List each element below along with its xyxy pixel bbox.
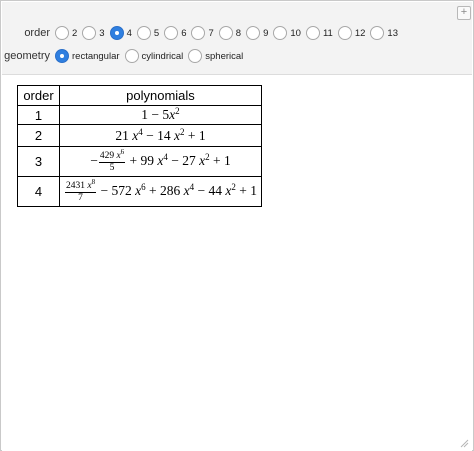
order-option-2[interactable]: 2 (55, 26, 77, 40)
radio-icon[interactable] (246, 26, 261, 40)
order-option-7[interactable]: 7 (191, 26, 214, 40)
plus-icon[interactable]: + (457, 6, 471, 20)
polynomial-expression: 2431 x8 7 − 572 x6 + 286 x4 − 44 x2 + 1 (65, 177, 257, 203)
radio-icon[interactable] (82, 26, 97, 40)
output-display: order polynomials 1 1 − 5x2 2 21 x4 − 14… (2, 74, 472, 451)
radio-icon[interactable] (164, 26, 179, 40)
polynomial-cell: 21 x4 − 14 x2 + 1 (59, 124, 262, 147)
polynomial-cell: 2431 x8 7 − 572 x6 + 286 x4 − 44 x2 + 1 (59, 176, 262, 207)
row-order: 1 (17, 105, 60, 125)
geometry-label: geometry (4, 50, 50, 62)
order-option-13[interactable]: 13 (370, 26, 398, 40)
polynomial-expression: 1 − 5x2 (141, 106, 180, 123)
order-option-12[interactable]: 12 (337, 26, 365, 40)
order-control: order 2 3 4 5 6 7 8 9 10 11 12 13 (2, 26, 403, 40)
order-option-4[interactable]: 4 (109, 26, 132, 40)
geometry-option-rectangular[interactable]: rectangular (55, 49, 120, 63)
radio-selected-icon[interactable] (109, 26, 124, 40)
polynomial-cell: 1 − 5x2 (59, 105, 262, 125)
table-row: 3 −429 x6 5 + 99 x4 − 27 x2 + 1 (17, 146, 262, 177)
order-option-8[interactable]: 8 (218, 26, 241, 40)
order-option-6[interactable]: 6 (164, 26, 186, 40)
order-label: order (24, 27, 50, 39)
order-option-11[interactable]: 11 (305, 26, 333, 40)
row-order: 4 (17, 176, 60, 207)
table-row: 1 1 − 5x2 (17, 105, 262, 125)
controls-area: + order 2 3 4 5 6 7 8 9 10 11 12 13 geom… (2, 2, 472, 74)
radio-icon[interactable] (218, 26, 233, 40)
radio-icon[interactable] (55, 26, 69, 40)
geometry-option-cylindrical[interactable]: cylindrical (124, 49, 183, 63)
order-option-9[interactable]: 9 (246, 26, 268, 40)
table-header-row: order polynomials (17, 85, 262, 106)
radio-icon[interactable] (136, 26, 151, 40)
polynomials-table: order polynomials 1 1 − 5x2 2 21 x4 − 14… (17, 85, 262, 207)
radio-icon[interactable] (370, 26, 385, 40)
polynomial-cell: −429 x6 5 + 99 x4 − 27 x2 + 1 (59, 146, 262, 177)
radio-selected-icon[interactable] (55, 49, 69, 63)
radio-icon[interactable] (305, 26, 320, 40)
table-row: 2 21 x4 − 14 x2 + 1 (17, 124, 262, 147)
header-polynomials: polynomials (59, 85, 262, 106)
radio-icon[interactable] (188, 49, 203, 63)
radio-icon[interactable] (273, 26, 288, 40)
fraction: 429 x6 5 (98, 147, 126, 173)
table-row: 4 2431 x8 7 − 572 x6 + 286 x4 − 44 x2 + 1 (17, 176, 262, 207)
row-order: 3 (17, 146, 60, 177)
demonstration-panel: + order 2 3 4 5 6 7 8 9 10 11 12 13 geom… (0, 0, 474, 451)
geometry-control: geometry rectangular cylindrical spheric… (2, 49, 248, 63)
row-order: 2 (17, 124, 60, 147)
radio-icon[interactable] (124, 49, 139, 63)
geometry-option-spherical[interactable]: spherical (188, 49, 243, 63)
polynomial-expression: −429 x6 5 + 99 x4 − 27 x2 + 1 (90, 147, 231, 173)
resize-handle-icon[interactable] (459, 438, 469, 448)
header-order: order (17, 85, 60, 106)
radio-icon[interactable] (191, 26, 206, 40)
fraction: 2431 x8 7 (65, 177, 97, 203)
polynomial-expression: 21 x4 − 14 x2 + 1 (115, 126, 206, 143)
order-option-3[interactable]: 3 (82, 26, 105, 40)
order-option-10[interactable]: 10 (273, 26, 301, 40)
order-option-5[interactable]: 5 (136, 26, 159, 40)
radio-icon[interactable] (337, 26, 352, 40)
